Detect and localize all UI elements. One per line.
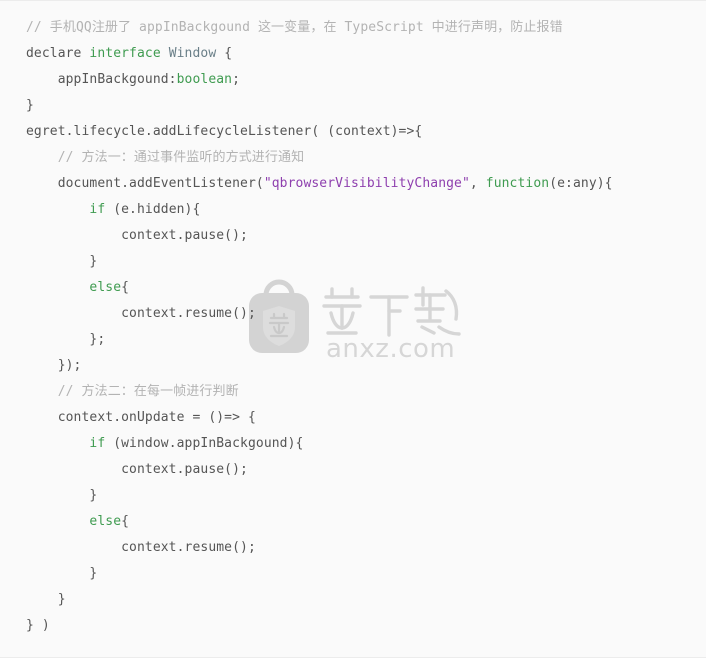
code-token-plain: ; [232,72,241,87]
code-token-plain: document.addEventListener( [26,176,264,191]
code-line: else{ [0,275,706,301]
code-token-plain: context.pause(); [26,462,248,477]
code-token-keyword: if [89,202,106,217]
code-line: } [0,483,706,509]
code-token-plain: context.resume(); [26,306,256,321]
code-block: anxz.com // 手机QQ注册了 appInBackgound 这一变量，… [0,0,706,658]
code-line: } [0,587,706,613]
code-token-plain: (e.hidden){ [105,202,201,217]
code-token-plain: context.onUpdate = ()=> { [26,410,256,425]
code-line: // 方法一：通过事件监听的方式进行通知 [0,145,706,171]
code-line: } ) [0,613,706,639]
code-token-plain: { [216,46,233,61]
code-line: context.pause(); [0,457,706,483]
code-token-string: "qbrowserVisibilityChange" [263,176,470,191]
code-token-keyword: boolean [176,72,233,87]
code-line: } [0,93,706,119]
code-token-plain: } [26,98,34,113]
code-line: egret.lifecycle.addLifecycleListener( (c… [0,119,706,145]
code-line: context.resume(); [0,301,706,327]
code-token-plain: }); [26,358,82,373]
code-line: }); [0,353,706,379]
code-token-plain: , [469,176,486,191]
code-line: context.pause(); [0,223,706,249]
code-line: context.resume(); [0,535,706,561]
code-token-keyword: if [89,436,106,451]
code-token-comment: // 方法一：通过事件监听的方式进行通知 [57,150,305,165]
code-token-plain: context.pause(); [26,228,248,243]
code-token-keyword: function [485,176,550,191]
code-line: else{ [0,509,706,535]
code-line: context.onUpdate = ()=> { [0,405,706,431]
code-line: // 手机QQ注册了 appInBackgound 这一变量，在 TypeScr… [0,15,706,41]
code-token-comment: // 手机QQ注册了 appInBackgound 这一变量，在 TypeScr… [26,20,563,35]
code-line: // 方法二：在每一帧进行判断 [0,379,706,405]
code-token-plain: (e:any){ [549,176,613,191]
code-line: } [0,561,706,587]
code-token-plain: { [121,280,130,295]
code-token-plain: (window.appInBackgound){ [105,436,304,451]
code-line: document.addEventListener("qbrowserVisib… [0,171,706,197]
code-token-plain: context.resume(); [26,540,256,555]
code-lines: // 手机QQ注册了 appInBackgound 这一变量，在 TypeScr… [0,15,706,639]
code-token-plain: egret.lifecycle.addLifecycleListener( (c… [26,124,423,139]
code-token-comment: // 方法二：在每一帧进行判断 [57,384,239,399]
code-token-keyword: interface [89,46,161,61]
code-line: }; [0,327,706,353]
code-line: } [0,249,706,275]
code-token-plain: } [26,254,98,269]
code-token-plain: { [121,514,130,529]
code-token-plain: } [26,566,98,581]
code-token-plain: } [26,488,98,503]
code-line: appInBackgound:boolean; [0,67,706,93]
code-token-plain: } ) [26,618,50,633]
code-token-keyword: else [89,280,122,295]
code-token-type: Window [168,46,217,61]
code-line: if (e.hidden){ [0,197,706,223]
code-line: declare interface Window { [0,41,706,67]
code-line: if (window.appInBackgound){ [0,431,706,457]
code-token-plain: declare [26,46,90,61]
code-token-plain: } [26,592,66,607]
code-token-keyword: else [89,514,122,529]
code-token-plain: appInBackgound: [26,72,177,87]
code-token-plain: }; [26,332,106,347]
